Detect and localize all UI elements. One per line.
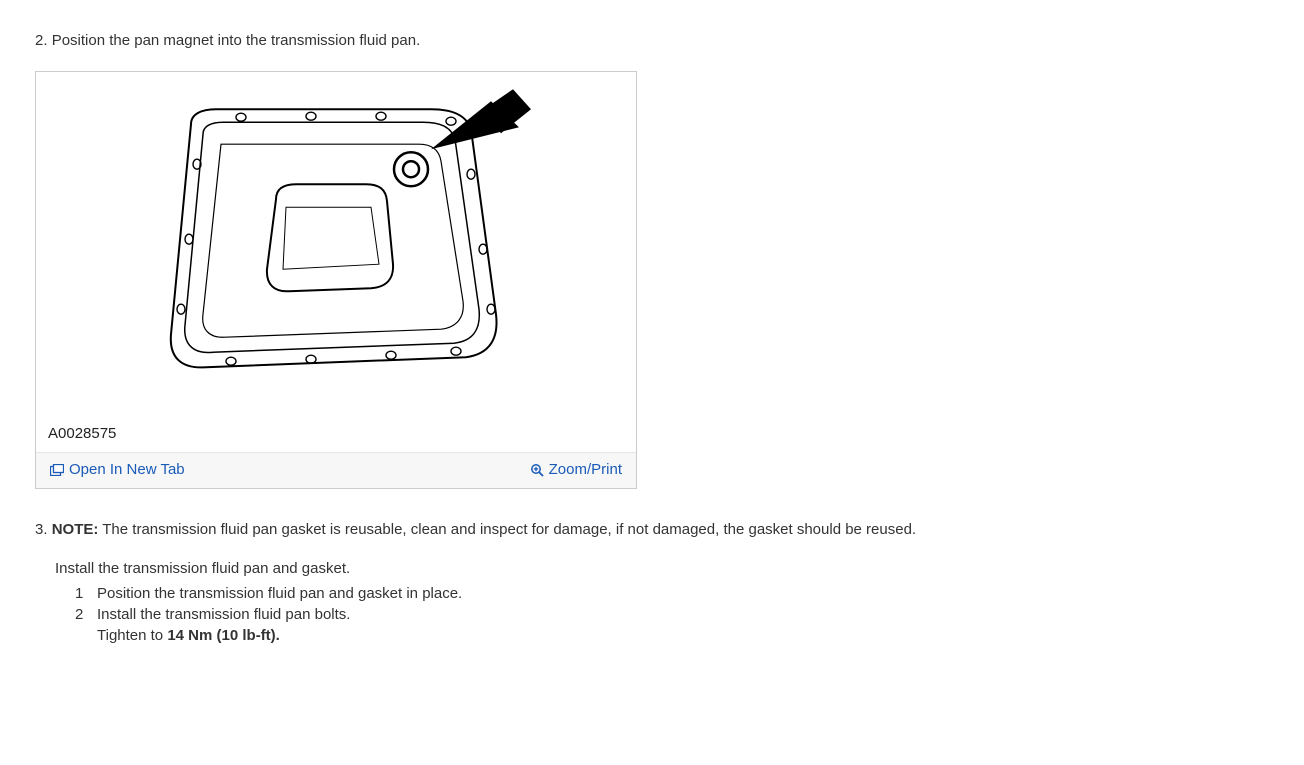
new-tab-icon [50,464,64,476]
magnifier-icon [530,463,544,477]
substep-1: 1 Position the transmission fluid pan an… [75,583,1269,604]
figure-image: A0028575 [36,72,636,452]
figure-toolbar: Open In New Tab Zoom/Print [36,452,636,488]
figure-box: A0028575 Open In New Tab Zoom/Print [35,71,637,489]
zoom-print-label: Zoom/Print [549,459,622,480]
step-3-note-line: 3. NOTE: The transmission fluid pan gask… [35,519,1269,540]
step-3: 3. NOTE: The transmission fluid pan gask… [35,519,1269,646]
step-2: 2. Position the pan magnet into the tran… [35,30,1269,489]
substep-2-number: 2 [75,604,87,625]
step-3-number: 3. [35,521,48,538]
substep-2-text: Install the transmission fluid pan bolts… [97,604,350,625]
step-2-header: 2. Position the pan magnet into the tran… [35,30,1269,51]
tighten-line: Tighten to 14 Nm (10 lb-ft). [97,625,1269,646]
step-2-number: 2. [35,32,48,49]
step-3-instruction: Install the transmission fluid pan and g… [55,558,1269,579]
step-2-text: Position the pan magnet into the transmi… [52,32,421,49]
substep-1-number: 1 [75,583,87,604]
torque-value: 14 Nm (10 lb-ft). [167,627,280,644]
open-new-tab-label: Open In New Tab [69,459,185,480]
note-label: NOTE: [52,521,99,538]
zoom-print-link[interactable]: Zoom/Print [530,459,622,480]
step-3-body: Install the transmission fluid pan and g… [55,558,1269,646]
substep-1-text: Position the transmission fluid pan and … [97,583,462,604]
substep-list: 1 Position the transmission fluid pan an… [75,583,1269,625]
substep-2: 2 Install the transmission fluid pan bol… [75,604,1269,625]
tighten-prefix: Tighten to [97,627,167,644]
note-text: The transmission fluid pan gasket is reu… [102,521,916,538]
transmission-pan-diagram [121,89,551,409]
open-new-tab-link[interactable]: Open In New Tab [50,459,185,480]
figure-label: A0028575 [48,423,116,444]
